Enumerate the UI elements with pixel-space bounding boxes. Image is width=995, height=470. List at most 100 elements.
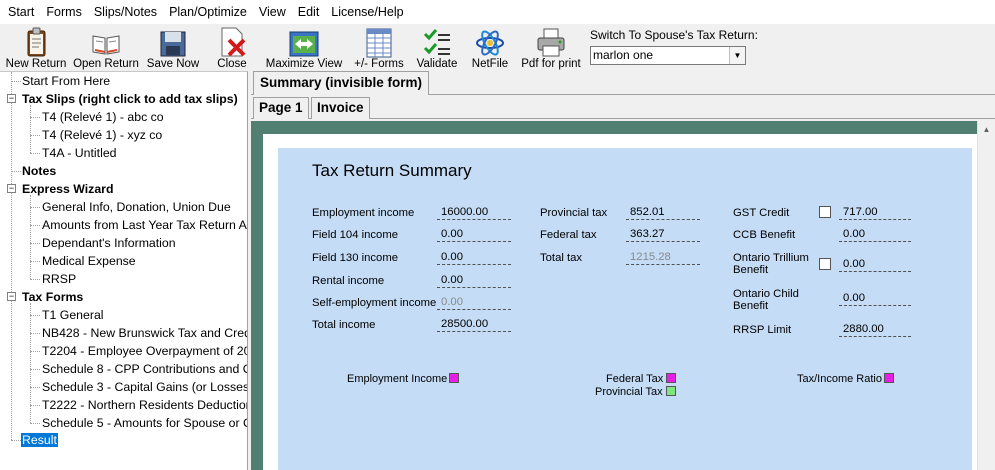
rental-income-label: Rental income	[312, 275, 385, 287]
rrsp-limit-label: RRSP Limit	[733, 324, 792, 336]
self-employment-income-field[interactable]: 0.00	[437, 296, 511, 310]
maximize-view-label: Maximize View	[265, 58, 343, 70]
form-title: Tax Return Summary	[312, 161, 472, 180]
top-tab-bar: Summary (invisible form)	[251, 71, 995, 95]
tree-item-result[interactable]: Result	[21, 431, 58, 449]
federal-tax-field[interactable]: 363.27	[626, 228, 700, 242]
tab-invoice[interactable]: Invoice	[311, 97, 370, 119]
collapse-icon[interactable]: −	[7, 292, 16, 301]
employment-income-field[interactable]: 16000.00	[437, 206, 511, 220]
new-return-button[interactable]: New Return	[6, 24, 66, 70]
close-button[interactable]: Close	[214, 24, 250, 70]
total-tax-field[interactable]: 1215.28	[626, 251, 700, 265]
collapse-icon[interactable]: −	[7, 94, 16, 103]
ontario-trillium-checkbox[interactable]	[819, 258, 831, 270]
validate-button[interactable]: Validate	[416, 24, 458, 70]
gst-credit-checkbox[interactable]	[819, 206, 831, 218]
netfile-button[interactable]: NetFile	[470, 24, 510, 70]
total-income-label: Total income	[312, 319, 376, 331]
tree-item-tax-forms[interactable]: Tax Forms	[22, 288, 83, 306]
tree-guide-line	[30, 243, 40, 244]
tree-item-start-from-here[interactable]: Start From Here	[22, 72, 110, 90]
spouse-switch-label: Switch To Spouse's Tax Return:	[590, 28, 758, 42]
tree-guide-line	[30, 333, 40, 334]
tree-guide-line	[30, 315, 40, 316]
tree-item-form[interactable]: Schedule 8 - CPP Contributions and Ov	[42, 360, 247, 378]
open-return-button[interactable]: Open Return	[72, 24, 140, 70]
floppy-disk-icon	[160, 31, 186, 57]
tree-item-express-wizard[interactable]: Express Wizard	[22, 180, 113, 198]
pdf-for-print-button[interactable]: Pdf for print	[520, 24, 582, 70]
employment-income-label: Employment income	[312, 207, 415, 219]
ccb-benefit-field[interactable]: 0.00	[839, 228, 911, 242]
tree-item-slip[interactable]: T4 (Relevé 1) - abc co	[42, 108, 164, 126]
tree-guide-line	[11, 171, 21, 172]
clipboard-icon	[27, 27, 46, 57]
tree-guide-line	[30, 105, 31, 153]
rrsp-limit-field[interactable]: 2880.00	[839, 323, 911, 337]
self-employment-income-label: Self-employment income	[312, 297, 437, 309]
scroll-up-icon[interactable]: ▲	[978, 121, 995, 138]
maximize-view-button[interactable]: Maximize View	[265, 24, 343, 70]
tree-item-form[interactable]: Schedule 5 - Amounts for Spouse or Co	[42, 414, 247, 432]
ontario-trillium-field[interactable]: 0.00	[839, 258, 911, 272]
add-remove-forms-button[interactable]: +/- Forms	[352, 24, 406, 70]
tab-page-1[interactable]: Page 1	[253, 97, 309, 119]
close-document-icon	[221, 27, 246, 57]
tree-item-slip[interactable]: T4A - Untitled	[42, 144, 117, 162]
save-now-button[interactable]: Save Now	[146, 24, 200, 70]
menu-start[interactable]: Start	[2, 5, 40, 19]
tree-item-notes[interactable]: Notes	[22, 162, 56, 180]
tree-guide-line	[30, 423, 40, 424]
tree-item-tax-slips[interactable]: Tax Slips (right click to add tax slips)	[22, 90, 238, 108]
tree-item-form[interactable]: T2204 - Employee Overpayment of 201	[42, 342, 247, 360]
tree-guide-line	[11, 72, 12, 440]
tree-item-form[interactable]: Schedule 3 - Capital Gains (or Losses) i	[42, 378, 247, 396]
spouse-select-value: marlon one	[593, 48, 654, 62]
field-130-income-field[interactable]: 0.00	[437, 251, 511, 265]
toolbar: New Return Open Return Save Now Close Ma…	[0, 24, 995, 70]
legend-swatch-employment-income	[449, 373, 459, 383]
menu-slips-notes[interactable]: Slips/Notes	[88, 5, 163, 19]
total-tax-label: Total tax	[540, 252, 583, 264]
chevron-down-icon[interactable]: ▼	[729, 47, 745, 64]
legend-swatch-provincial-tax	[666, 386, 676, 396]
vertical-scrollbar[interactable]: ▲	[977, 121, 995, 470]
provincial-tax-field[interactable]: 852.01	[626, 206, 700, 220]
tree-item-wizard[interactable]: General Info, Donation, Union Due	[42, 198, 231, 216]
tree-item-form[interactable]: NB428 - New Brunswick Tax and Credit	[42, 324, 247, 342]
tree-item-form[interactable]: T1 General	[42, 306, 104, 324]
tree-item-wizard[interactable]: Amounts from Last Year Tax Return As	[42, 216, 247, 234]
spouse-select[interactable]: marlon one ▼	[590, 46, 746, 65]
menu-plan-optimize[interactable]: Plan/Optimize	[163, 5, 253, 19]
tree-item-slip[interactable]: T4 (Relevé 1) - xyz co	[42, 126, 162, 144]
ontario-child-field[interactable]: 0.00	[839, 292, 911, 306]
tab-summary[interactable]: Summary (invisible form)	[253, 71, 430, 95]
tree-guide-line	[11, 440, 21, 441]
maximize-view-icon	[289, 31, 319, 57]
tree-guide-line	[30, 225, 40, 226]
total-income-field[interactable]: 28500.00	[437, 318, 511, 332]
gst-credit-field[interactable]: 717.00	[839, 206, 911, 220]
tree-item-form[interactable]: T2222 - Northern Residents Deductions	[42, 396, 247, 414]
collapse-icon[interactable]: −	[7, 184, 16, 193]
rental-income-field[interactable]: 0.00	[437, 274, 511, 288]
tree-guide-line	[30, 153, 40, 154]
menu-license-help[interactable]: License/Help	[325, 5, 409, 19]
menu-view[interactable]: View	[253, 5, 292, 19]
menu-forms[interactable]: Forms	[40, 5, 87, 19]
tree-item-wizard[interactable]: Dependant's Information	[42, 234, 176, 252]
tree-item-wizard[interactable]: Medical Expense	[42, 252, 136, 270]
field-104-income-label: Field 104 income	[312, 229, 399, 241]
netfile-atom-icon	[476, 30, 504, 56]
legend-swatch-tax-income-ratio	[884, 373, 894, 383]
federal-tax-label: Federal tax	[540, 229, 597, 241]
spouse-switch: Switch To Spouse's Tax Return: marlon on…	[590, 28, 758, 65]
field-104-income-field[interactable]: 0.00	[437, 228, 511, 242]
ccb-benefit-label: CCB Benefit	[733, 229, 796, 241]
tree-item-wizard[interactable]: RRSP	[42, 270, 76, 288]
menu-edit[interactable]: Edit	[292, 5, 326, 19]
validate-checklist-icon	[423, 29, 450, 55]
open-book-icon	[92, 35, 120, 55]
legend-tax-income-ratio: Tax/Income Ratio	[797, 373, 882, 385]
